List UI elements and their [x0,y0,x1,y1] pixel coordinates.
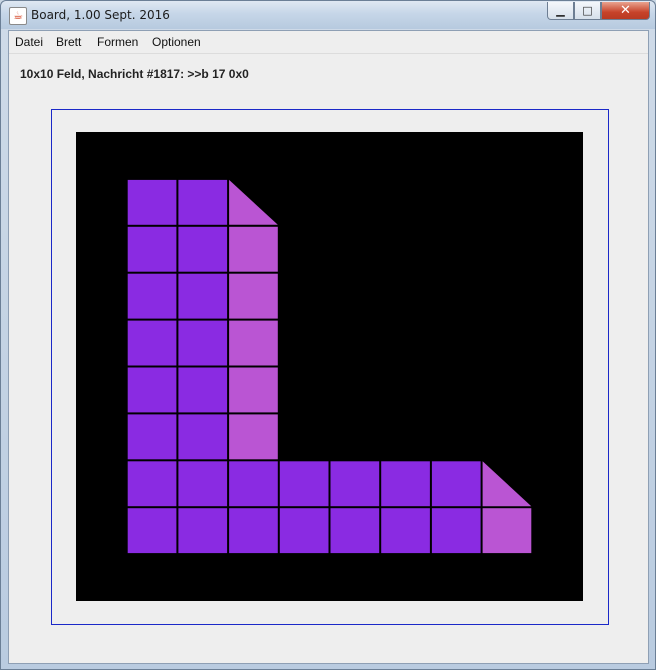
java-cup-icon[interactable]: ☕ [9,7,27,25]
board-cell-r7-c4[interactable] [279,461,329,507]
board-cell-r6-c3[interactable] [229,414,278,460]
board-grid[interactable] [76,132,583,601]
board-cell-r7-c3[interactable] [229,461,278,507]
board-cell-r7-c2[interactable] [178,461,228,507]
board-cell-r7-c1[interactable] [127,461,177,507]
board-cell-r7-c6[interactable] [381,461,430,507]
status-message: 10x10 Feld, Nachricht #1817: >>b 17 0x0 [20,67,249,81]
board-cell-r7-c5[interactable] [330,461,380,507]
board-cell-r8-c1[interactable] [127,508,177,554]
board-cell-r6-c2[interactable] [178,414,228,460]
game-board[interactable] [76,132,583,601]
board-cell-r4-c1[interactable] [127,320,177,366]
board-cell-r2-c3[interactable] [229,226,278,272]
board-cell-r5-c2[interactable] [178,367,228,413]
minimize-button[interactable]: ▁ [547,2,574,20]
board-cell-r8-c8[interactable] [482,508,532,554]
title-bar[interactable]: ☕ Board, 1.00 Sept. 2016 ▁ □ ✕ [1,1,655,29]
board-cell-r3-c1[interactable] [127,273,177,319]
board-cell-r8-c3[interactable] [229,508,278,554]
application-window: ☕ Board, 1.00 Sept. 2016 ▁ □ ✕ Datei Bre… [0,0,656,670]
menu-optionen[interactable]: Optionen [152,35,201,49]
board-cell-r1-c2[interactable] [178,179,228,225]
menu-formen[interactable]: Formen [97,35,138,49]
window-title: Board, 1.00 Sept. 2016 [31,8,170,22]
board-cell-r6-c1[interactable] [127,414,177,460]
board-cell-r3-c3[interactable] [229,273,278,319]
menu-bar: Datei Brett Formen Optionen [9,31,648,54]
board-cell-r4-c2[interactable] [178,320,228,366]
board-cell-r5-c1[interactable] [127,367,177,413]
board-cell-r2-c1[interactable] [127,226,177,272]
board-cell-r8-c5[interactable] [330,508,380,554]
board-cell-r2-c2[interactable] [178,226,228,272]
board-cell-r8-c4[interactable] [279,508,329,554]
board-cell-r1-c3[interactable] [229,179,278,225]
menu-brett[interactable]: Brett [56,35,81,49]
board-cell-r8-c6[interactable] [381,508,430,554]
board-cell-r8-c2[interactable] [178,508,228,554]
close-button[interactable]: ✕ [601,2,650,20]
client-area: Datei Brett Formen Optionen 10x10 Feld, … [8,30,649,664]
board-cell-r7-c7[interactable] [431,461,481,507]
board-cell-r5-c3[interactable] [229,367,278,413]
board-frame [51,109,609,625]
maximize-button[interactable]: □ [574,2,601,20]
board-cell-r1-c1[interactable] [127,179,177,225]
board-cell-r7-c8[interactable] [482,461,532,507]
board-cell-r4-c3[interactable] [229,320,278,366]
board-cell-r8-c7[interactable] [431,508,481,554]
board-cell-r3-c2[interactable] [178,273,228,319]
menu-datei[interactable]: Datei [15,35,43,49]
